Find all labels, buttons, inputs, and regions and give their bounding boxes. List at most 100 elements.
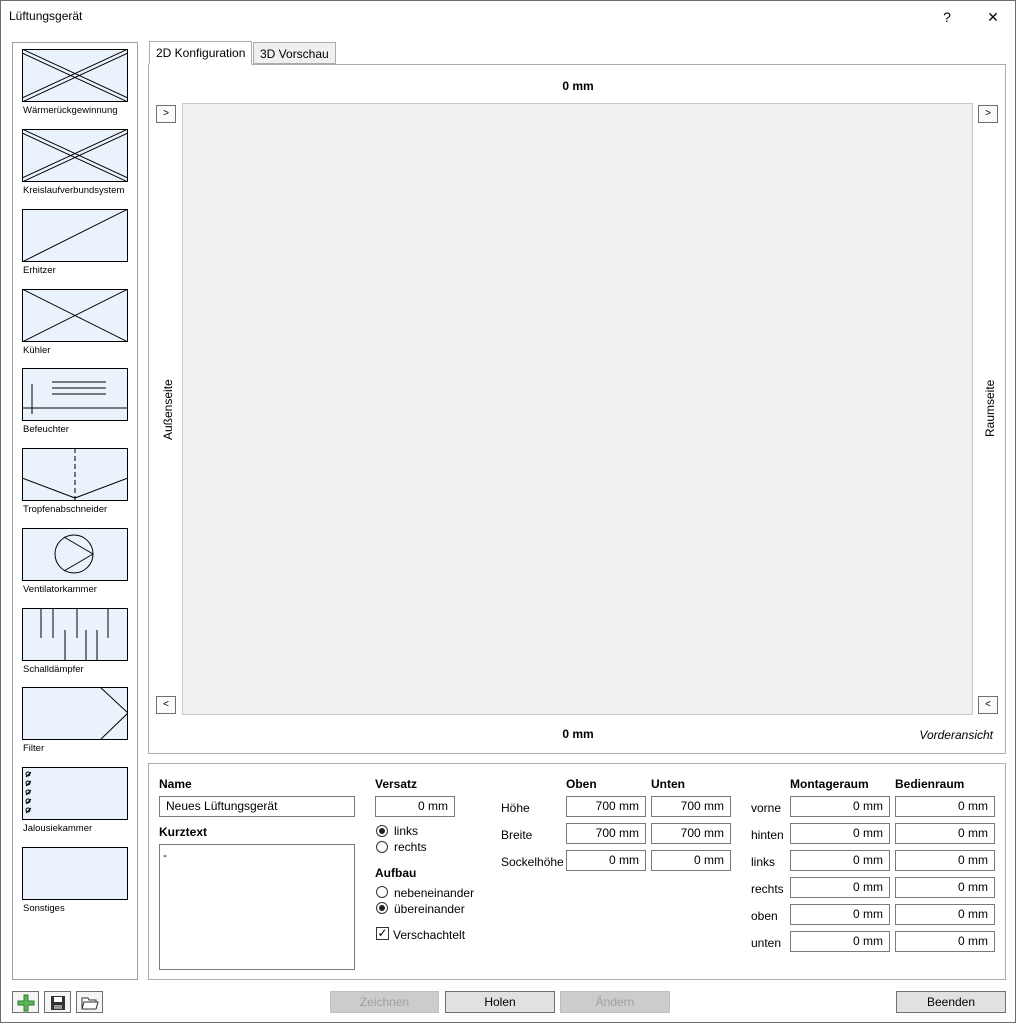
palette-item-schalldaempfer[interactable]: Schalldämpfer <box>22 608 128 686</box>
outside-label: Außenseite <box>161 379 175 440</box>
oben-bedien-input[interactable]: 0 mm <box>895 904 995 925</box>
sockelhoehe-unten-input[interactable]: 0 mm <box>651 850 731 871</box>
properties-panel: Name Neues Lüftungsgerät Kurztext - Vers… <box>148 763 1006 980</box>
palette-item-kuehler[interactable]: Kühler <box>22 289 128 367</box>
dialog-window: Lüftungsgerät ? ✕ Wärmerückgewinnung Kre… <box>0 0 1016 1023</box>
breite-oben-input[interactable]: 700 mm <box>566 823 646 844</box>
unten-label: unten <box>751 936 782 950</box>
misc-icon <box>22 847 128 900</box>
window-title: Lüftungsgerät <box>9 9 83 23</box>
save-button[interactable] <box>44 991 71 1013</box>
palette-label: Wärmerückgewinnung <box>23 105 118 116</box>
add-button[interactable] <box>12 991 39 1013</box>
right-bottom-nav-button[interactable]: < <box>978 696 998 714</box>
room-side-label: Raumseite <box>983 379 997 437</box>
unten-montage-input[interactable]: 0 mm <box>790 931 890 952</box>
oben-column-header: Oben <box>566 777 597 791</box>
component-palette: Wärmerückgewinnung Kreislaufverbundsyste… <box>12 42 138 980</box>
hoehe-label: Höhe <box>501 801 530 815</box>
palette-label: Filter <box>23 743 45 754</box>
folder-open-icon <box>81 997 99 1010</box>
top-dimension: 0 mm <box>562 79 594 93</box>
palette-item-befeuchter[interactable]: Befeuchter <box>22 368 128 446</box>
rechts-montage-input[interactable]: 0 mm <box>790 877 890 898</box>
vorne-montage-input[interactable]: 0 mm <box>790 796 890 817</box>
left-bottom-nav-button[interactable]: < <box>156 696 176 714</box>
drawing-canvas[interactable] <box>182 103 973 715</box>
hoehe-unten-input[interactable]: 700 mm <box>651 796 731 817</box>
plus-icon <box>17 994 35 1012</box>
links-montage-input[interactable]: 0 mm <box>790 850 890 871</box>
cooler-icon <box>22 289 128 342</box>
bottom-dimension: 0 mm <box>562 727 594 741</box>
palette-label: Befeuchter <box>23 424 69 435</box>
palette-item-kreislaufverbundsystem[interactable]: Kreislaufverbundsystem <box>22 129 128 207</box>
holen-button[interactable]: Holen <box>445 991 555 1013</box>
silencer-icon <box>22 608 128 661</box>
droplet-separator-icon <box>22 448 128 501</box>
heater-icon <box>22 209 128 262</box>
sockelhoehe-label: Sockelhöhe <box>501 855 564 869</box>
save-icon <box>51 996 65 1010</box>
filter-icon <box>22 687 128 740</box>
close-button[interactable]: ✕ <box>977 5 1009 29</box>
palette-item-erhitzer[interactable]: Erhitzer <box>22 209 128 287</box>
palette-item-waermerueckgewinnung[interactable]: Wärmerückgewinnung <box>22 49 128 127</box>
help-button[interactable]: ? <box>931 5 963 29</box>
name-label: Name <box>159 777 192 791</box>
palette-item-sonstiges[interactable]: Sonstiges <box>22 847 128 925</box>
sockelhoehe-oben-input[interactable]: 0 mm <box>566 850 646 871</box>
unten-bedien-input[interactable]: 0 mm <box>895 931 995 952</box>
aufbau-uebereinander-radio[interactable] <box>376 902 388 914</box>
palette-label: Ventilatorkammer <box>23 584 97 595</box>
beenden-button[interactable]: Beenden <box>896 991 1006 1013</box>
rechts-label: rechts <box>751 882 784 896</box>
aufbau-label: Aufbau <box>375 866 417 880</box>
palette-label: Jalousiekammer <box>23 823 93 834</box>
open-button[interactable] <box>76 991 103 1013</box>
aufbau-nebeneinander-label: nebeneinander <box>394 886 475 900</box>
hoehe-oben-input[interactable]: 700 mm <box>566 796 646 817</box>
tab-2d-konfiguration[interactable]: 2D Konfiguration <box>149 41 253 65</box>
verschachtelt-label: Verschachtelt <box>393 928 466 942</box>
bedienraum-column-header: Bedienraum <box>895 777 965 791</box>
palette-label: Erhitzer <box>23 265 56 276</box>
title-bar: Lüftungsgerät ? ✕ <box>1 1 1015 33</box>
fan-chamber-icon <box>22 528 128 581</box>
name-input[interactable]: Neues Lüftungsgerät <box>159 796 355 817</box>
versatz-links-radio[interactable] <box>376 825 388 837</box>
vorne-bedien-input[interactable]: 0 mm <box>895 796 995 817</box>
right-top-nav-button[interactable]: > <box>978 105 998 123</box>
palette-item-filter[interactable]: Filter <box>22 687 128 765</box>
palette-label: Kühler <box>23 345 51 356</box>
hinten-bedien-input[interactable]: 0 mm <box>895 823 995 844</box>
versatz-input[interactable]: 0 mm <box>375 796 455 817</box>
verschachtelt-checkbox[interactable]: ✓ <box>376 927 389 940</box>
humidifier-icon <box>22 368 128 421</box>
hinten-montage-input[interactable]: 0 mm <box>790 823 890 844</box>
tab-3d-vorschau[interactable]: 3D Vorschau <box>253 42 336 64</box>
louver-chamber-icon <box>22 767 128 820</box>
versatz-rechts-radio[interactable] <box>376 841 388 853</box>
aufbau-nebeneinander-radio[interactable] <box>376 886 388 898</box>
palette-item-jalousiekammer[interactable]: Jalousiekammer <box>22 767 128 845</box>
breite-label: Breite <box>501 828 533 842</box>
oben-montage-input[interactable]: 0 mm <box>790 904 890 925</box>
rechts-bedien-input[interactable]: 0 mm <box>895 877 995 898</box>
links-bedien-input[interactable]: 0 mm <box>895 850 995 871</box>
aufbau-uebereinander-label: übereinander <box>394 902 465 916</box>
links-label: links <box>751 855 776 869</box>
palette-item-ventilatorkammer[interactable]: Ventilatorkammer <box>22 528 128 606</box>
view-label: Vorderansicht <box>919 728 993 742</box>
montageraum-column-header: Montageraum <box>790 777 869 791</box>
breite-unten-input[interactable]: 700 mm <box>651 823 731 844</box>
kurztext-textarea[interactable]: - <box>159 844 355 970</box>
configuration-panel: 0 mm > > Außenseite Raumseite < < 0 mm V… <box>148 64 1006 754</box>
oben-label: oben <box>751 909 778 923</box>
palette-item-tropfenabschneider[interactable]: Tropfenabschneider <box>22 448 128 526</box>
run-around-coil-icon <box>22 129 128 182</box>
versatz-label: Versatz <box>375 777 418 791</box>
aendern-button[interactable]: Ändern <box>560 991 670 1013</box>
zeichnen-button[interactable]: Zeichnen <box>330 991 439 1013</box>
left-top-nav-button[interactable]: > <box>156 105 176 123</box>
